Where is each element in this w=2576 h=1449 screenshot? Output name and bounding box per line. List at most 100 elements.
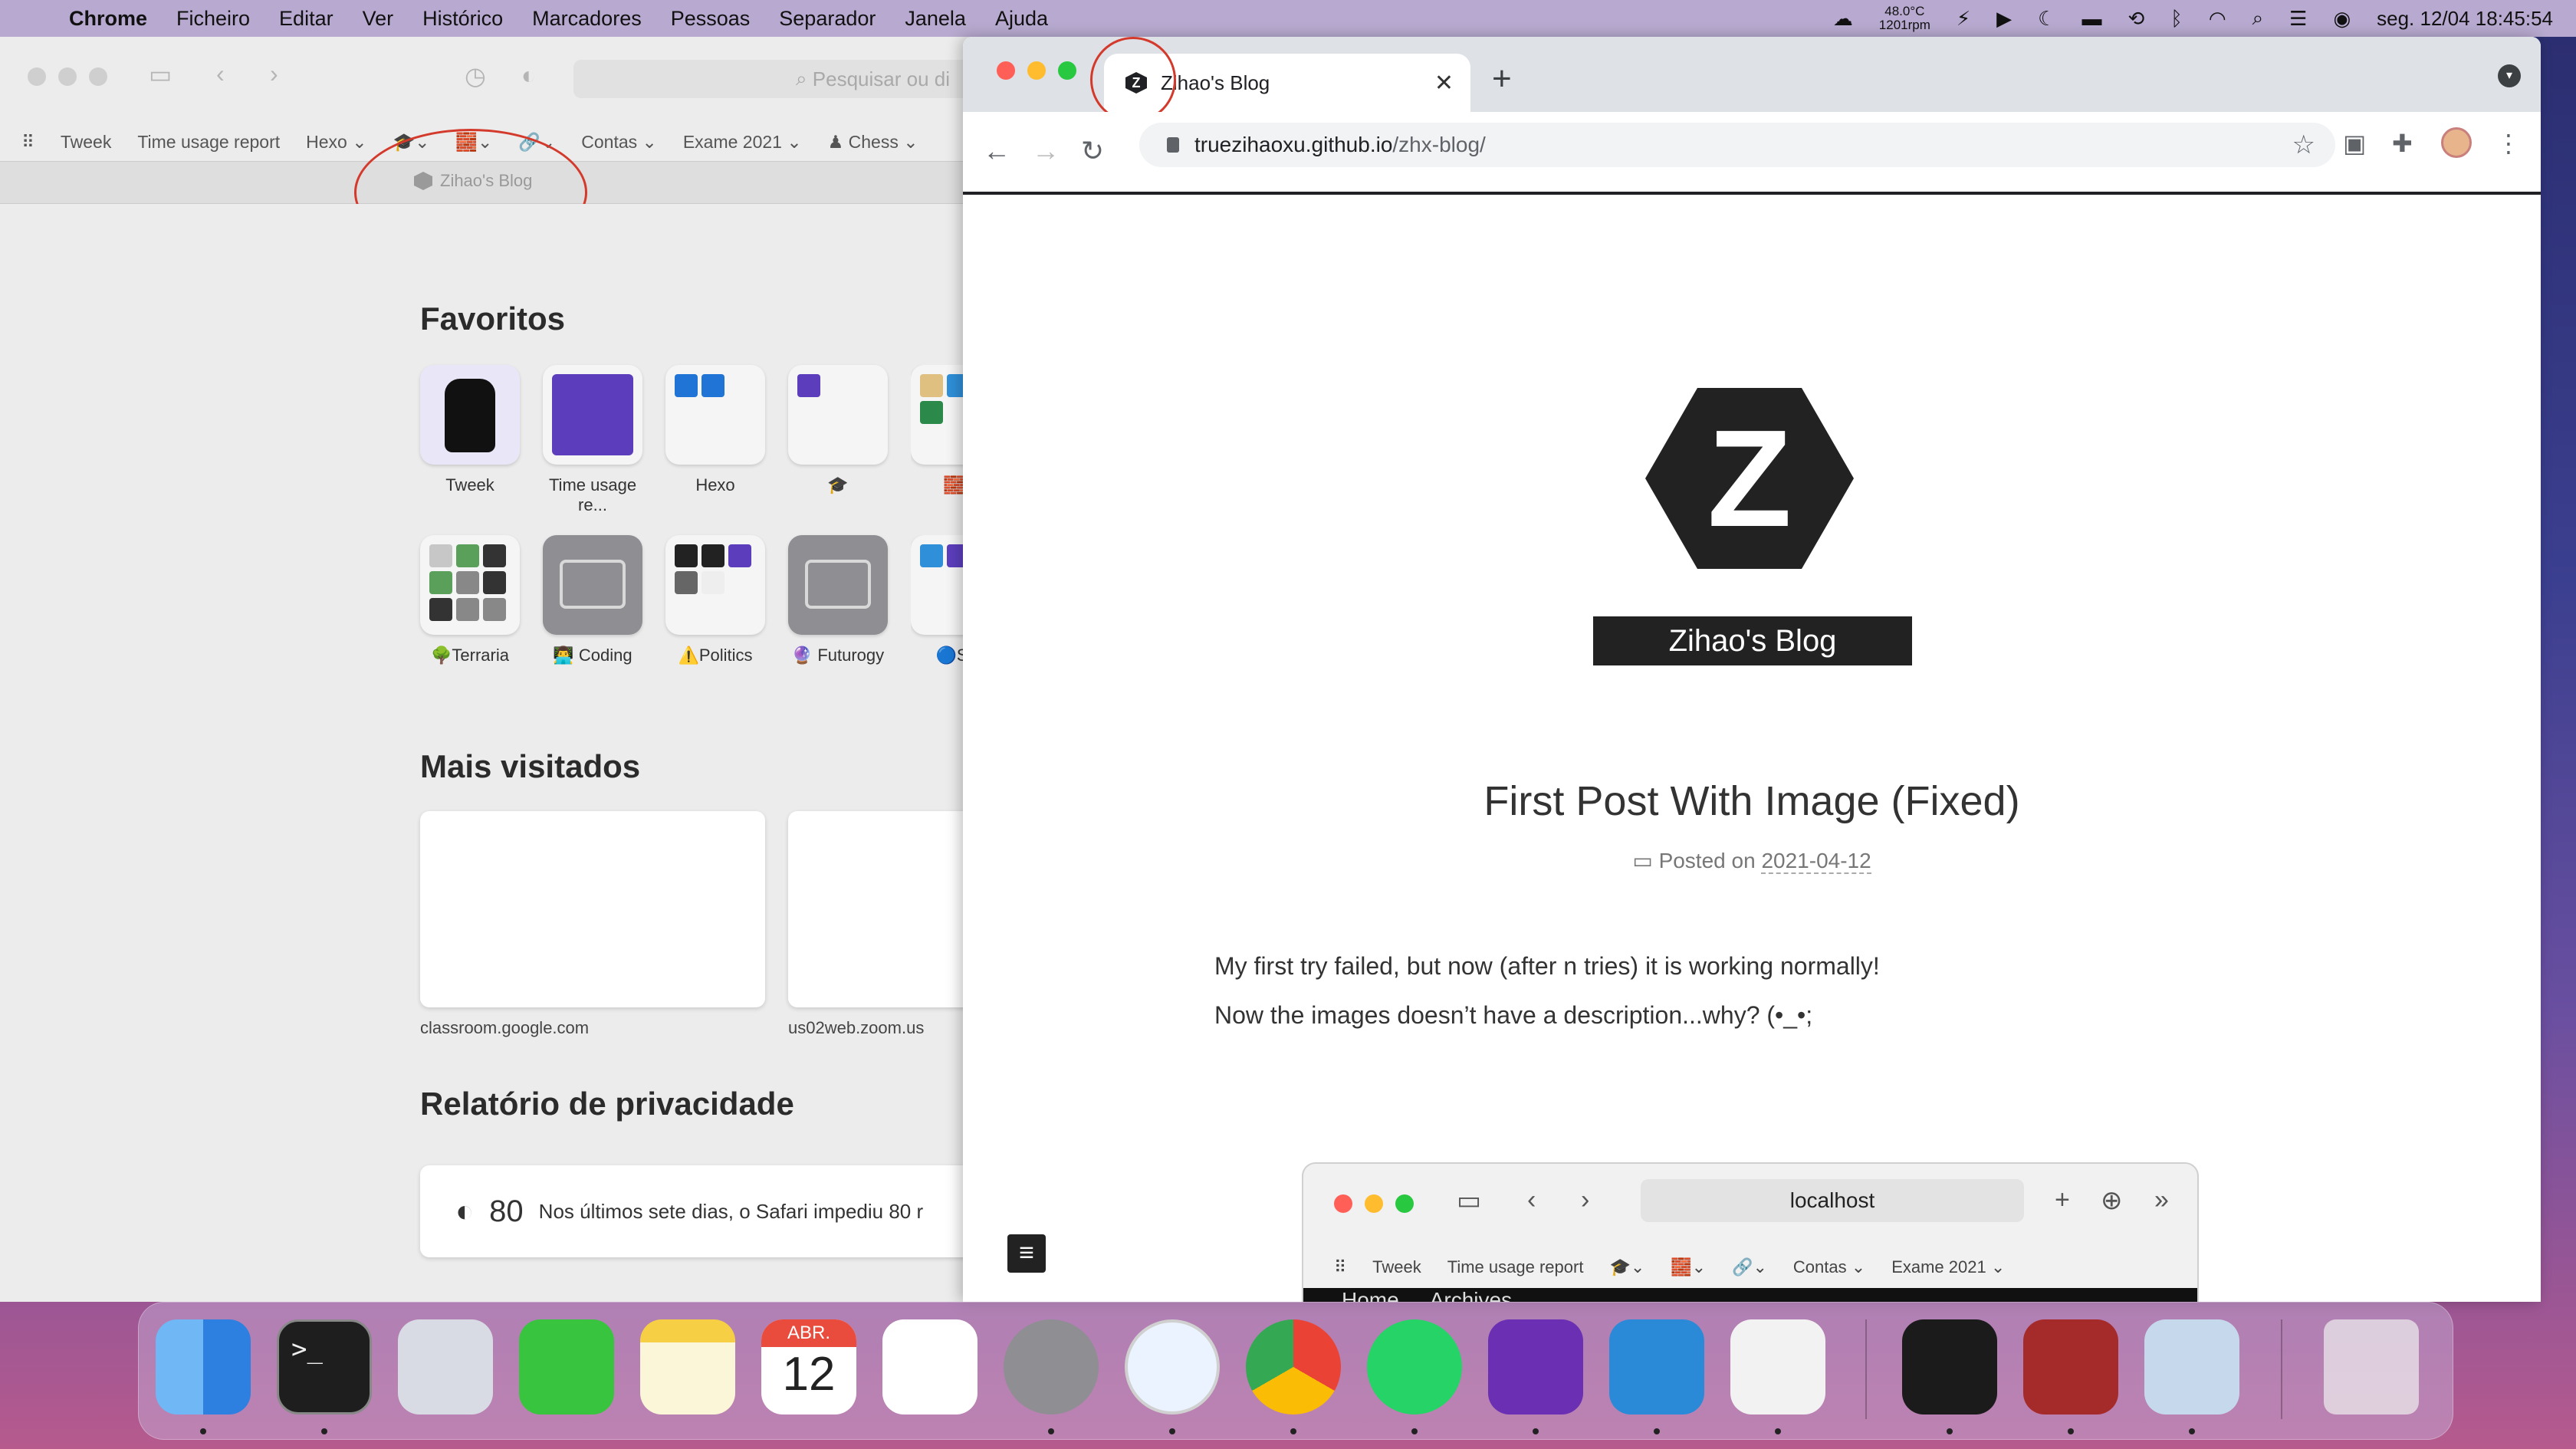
sidebar-icon[interactable]: ▭ <box>149 60 172 89</box>
preview-icon[interactable] <box>2144 1319 2239 1414</box>
dictionary-icon[interactable] <box>2023 1319 2118 1414</box>
zoom-window-button[interactable] <box>1058 61 1076 80</box>
vscode-icon[interactable] <box>1609 1319 1704 1414</box>
control-center-icon[interactable]: ☰ <box>2289 7 2307 31</box>
tab-search-icon[interactable]: ▾ <box>2498 64 2521 87</box>
annotation-circle <box>1090 37 1176 123</box>
play-icon[interactable]: ▶ <box>1996 7 2012 31</box>
menu-historico[interactable]: Histórico <box>422 7 503 31</box>
running-indicator <box>321 1428 327 1434</box>
menu-marcadores[interactable]: Marcadores <box>532 7 642 31</box>
close-icon[interactable]: ✕ <box>1434 70 1454 97</box>
spotlight-icon[interactable]: ⌕ <box>2252 6 2264 31</box>
wifi-icon[interactable]: ◠ <box>2209 7 2226 31</box>
bookmark-tweek[interactable]: Tweek <box>61 132 111 153</box>
terminal-icon[interactable]: >_ <box>277 1319 372 1414</box>
menu-janela[interactable]: Janela <box>905 7 966 31</box>
safari-traffic-lights[interactable] <box>28 67 107 86</box>
bookmark-hexo[interactable]: Hexo ⌄ <box>306 132 366 153</box>
favorite-politics[interactable]: ⚠️Politics <box>665 535 765 665</box>
visited-label-zoom: us02web.zoom.us <box>788 1018 925 1037</box>
post-date[interactable]: 2021-04-12 <box>1761 849 1871 874</box>
menu-ficheiro[interactable]: Ficheiro <box>176 7 250 31</box>
menu-editar[interactable]: Editar <box>279 7 334 31</box>
embed-bookmark: 🔗⌄ <box>1732 1257 1767 1276</box>
favorite-hexo[interactable]: Hexo <box>665 365 765 495</box>
siri-icon[interactable]: ◉ <box>2333 7 2351 31</box>
activity-monitor-icon[interactable] <box>1902 1319 1997 1414</box>
bookmark-star-icon[interactable]: ☆ <box>2292 130 2315 160</box>
calendar-icon[interactable]: ABR. 12 <box>761 1319 856 1414</box>
visited-card-classroom[interactable] <box>420 811 765 1007</box>
privacy-report-card[interactable]: ◐ 80 Nos últimos sete dias, o Safari imp… <box>420 1165 1003 1257</box>
numbers-icon[interactable] <box>882 1319 978 1414</box>
battery-bolt-icon[interactable]: ⚡ <box>1957 7 1970 31</box>
folder-icon <box>543 535 642 635</box>
favorite-time-usage[interactable]: Time usage re... <box>543 365 642 515</box>
bookmark-contas[interactable]: Contas ⌄ <box>581 132 657 153</box>
menu-ver[interactable]: Ver <box>363 7 394 31</box>
chrome-icon[interactable] <box>1246 1319 1341 1414</box>
bluetooth-icon[interactable]: ᛒ <box>2170 7 2183 31</box>
favorite-label: 🧱 <box>943 475 964 495</box>
finder-icon[interactable] <box>156 1319 251 1414</box>
trash-icon[interactable] <box>2324 1319 2419 1414</box>
visual-studio-icon[interactable] <box>1488 1319 1583 1414</box>
privacy-text: Nos últimos sete dias, o Safari impediu … <box>538 1199 924 1223</box>
minimize-window-button[interactable] <box>1027 61 1046 80</box>
history-icon[interactable]: ◷ <box>465 61 486 90</box>
back-icon: ‹ <box>1527 1185 1536 1214</box>
forward-icon[interactable]: › <box>270 60 278 88</box>
embed-bookmark: Exame 2021 ⌄ <box>1891 1257 2006 1276</box>
reload-icon[interactable]: ↻ <box>1081 135 1104 167</box>
whatsapp-icon[interactable] <box>1367 1319 1462 1414</box>
puzzle-icon[interactable]: ✚ <box>2392 129 2413 158</box>
extension-icon[interactable]: ▣ <box>2343 129 2366 158</box>
menu-bar: Chrome Ficheiro Editar Ver Histórico Mar… <box>0 0 2576 37</box>
new-tab-icon[interactable]: + <box>1492 60 1512 98</box>
temp-fan-readout[interactable]: 48.0°C 1201rpm <box>1879 5 1930 32</box>
favorite-futurogy[interactable]: 🔮 Futurogy <box>788 535 888 665</box>
blog-title[interactable]: Zihao's Blog <box>1593 616 1912 665</box>
safari-search-input[interactable]: ⌕ Pesquisar ou di <box>573 60 1003 98</box>
textedit-icon[interactable] <box>1730 1319 1825 1414</box>
safari-start-page: Favoritos Tweek Time usage re... Hexo 🎓 … <box>0 204 1003 1302</box>
menu-ajuda[interactable]: Ajuda <box>995 7 1048 31</box>
flag-icon[interactable]: ▬ <box>2082 7 2101 31</box>
post-paragraph: My first try failed, but now (after n tr… <box>1214 952 1880 980</box>
system-preferences-icon[interactable] <box>1004 1319 1099 1414</box>
bookmark-time-usage[interactable]: Time usage report <box>137 132 280 153</box>
favorite-tweek[interactable]: Tweek <box>420 365 520 495</box>
moon-icon[interactable]: ☾ <box>2038 7 2055 31</box>
address-bar[interactable]: truezihaoxu.github.io/zhx-blog/ ☆ <box>1139 123 2335 167</box>
bookmark-exame[interactable]: Exame 2021 ⌄ <box>683 132 802 153</box>
launchpad-icon[interactable] <box>398 1319 493 1414</box>
hamburger-menu-icon[interactable]: ≡ <box>1007 1234 1046 1273</box>
time-machine-icon[interactable]: ⟲ <box>2128 7 2144 31</box>
apps-grid-icon[interactable]: ⠿ <box>21 132 34 153</box>
forward-icon[interactable]: → <box>1032 135 1060 167</box>
safari-icon[interactable] <box>1125 1319 1220 1414</box>
close-window-button[interactable] <box>997 61 1015 80</box>
back-icon[interactable]: ‹ <box>216 60 225 88</box>
shield-icon[interactable]: ◐ <box>521 61 536 90</box>
menu-app-name[interactable]: Chrome <box>69 7 147 31</box>
favorite-label: 🎓 <box>827 475 849 495</box>
bookmark-chess[interactable]: ♟ Chess ⌄ <box>828 132 918 153</box>
menu-separador[interactable]: Separador <box>779 7 876 31</box>
post-title[interactable]: First Post With Image (Fixed) <box>963 777 2541 825</box>
cloud-upload-icon[interactable]: ☁ <box>1833 7 1853 31</box>
clock[interactable]: seg. 12/04 18:45:54 <box>2377 7 2553 31</box>
chrome-traffic-lights[interactable] <box>997 61 1076 80</box>
kebab-menu-icon[interactable]: ⋮ <box>2496 129 2521 158</box>
messages-icon[interactable] <box>519 1319 614 1414</box>
post-meta: ▭ Posted on 2021-04-12 <box>963 848 2541 874</box>
favorite-cap[interactable]: 🎓 <box>788 365 888 495</box>
back-icon[interactable]: ← <box>983 135 1010 167</box>
notes-icon[interactable] <box>640 1319 735 1414</box>
menu-pessoas[interactable]: Pessoas <box>671 7 751 31</box>
favorite-terraria[interactable]: 🌳Terraria <box>420 535 520 665</box>
favorite-coding[interactable]: 👨‍💻 Coding <box>543 535 642 665</box>
blog-logo[interactable]: Z <box>1645 388 1854 569</box>
profile-avatar[interactable] <box>2441 127 2472 158</box>
